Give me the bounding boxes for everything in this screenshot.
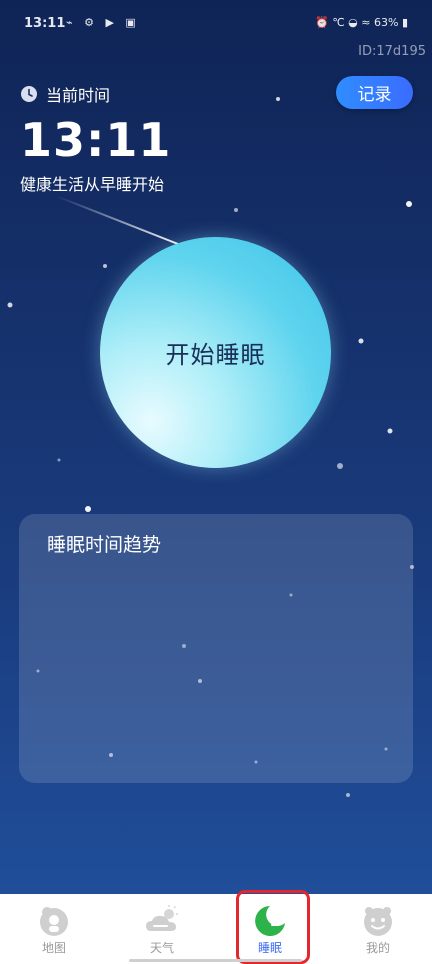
map-face-icon: [40, 907, 68, 936]
sleep-trend-title: 睡眠时间趋势: [47, 534, 162, 556]
record-button[interactable]: 记录: [336, 76, 413, 109]
active-tab-highlight: [236, 890, 310, 964]
profile-face-icon: [364, 907, 392, 936]
sleep-trend-card: 睡眠时间趋势: [19, 514, 413, 783]
tab-profile-label: 我的: [365, 941, 390, 955]
bottom-tab-bar: 地图 天气 睡眠 我的: [0, 894, 432, 964]
current-time-header: 当前时间: [20, 82, 110, 106]
tab-weather[interactable]: 天气: [108, 894, 216, 964]
slogan: 健康生活从早睡开始: [20, 175, 165, 194]
home-indicator[interactable]: [129, 959, 302, 962]
tab-map[interactable]: 地图: [0, 894, 108, 964]
tab-weather-label: 天气: [149, 941, 174, 955]
clock-icon: [21, 86, 37, 102]
start-sleep-button[interactable]: 开始睡眠: [100, 237, 331, 468]
tab-map-label: 地图: [41, 941, 66, 955]
weather-cloud-icon: [146, 905, 178, 931]
current-clock: 13:11: [20, 113, 172, 167]
current-time-label: 当前时间: [46, 86, 111, 105]
tab-profile[interactable]: 我的: [324, 894, 432, 964]
start-sleep-label: 开始睡眠: [165, 341, 266, 369]
